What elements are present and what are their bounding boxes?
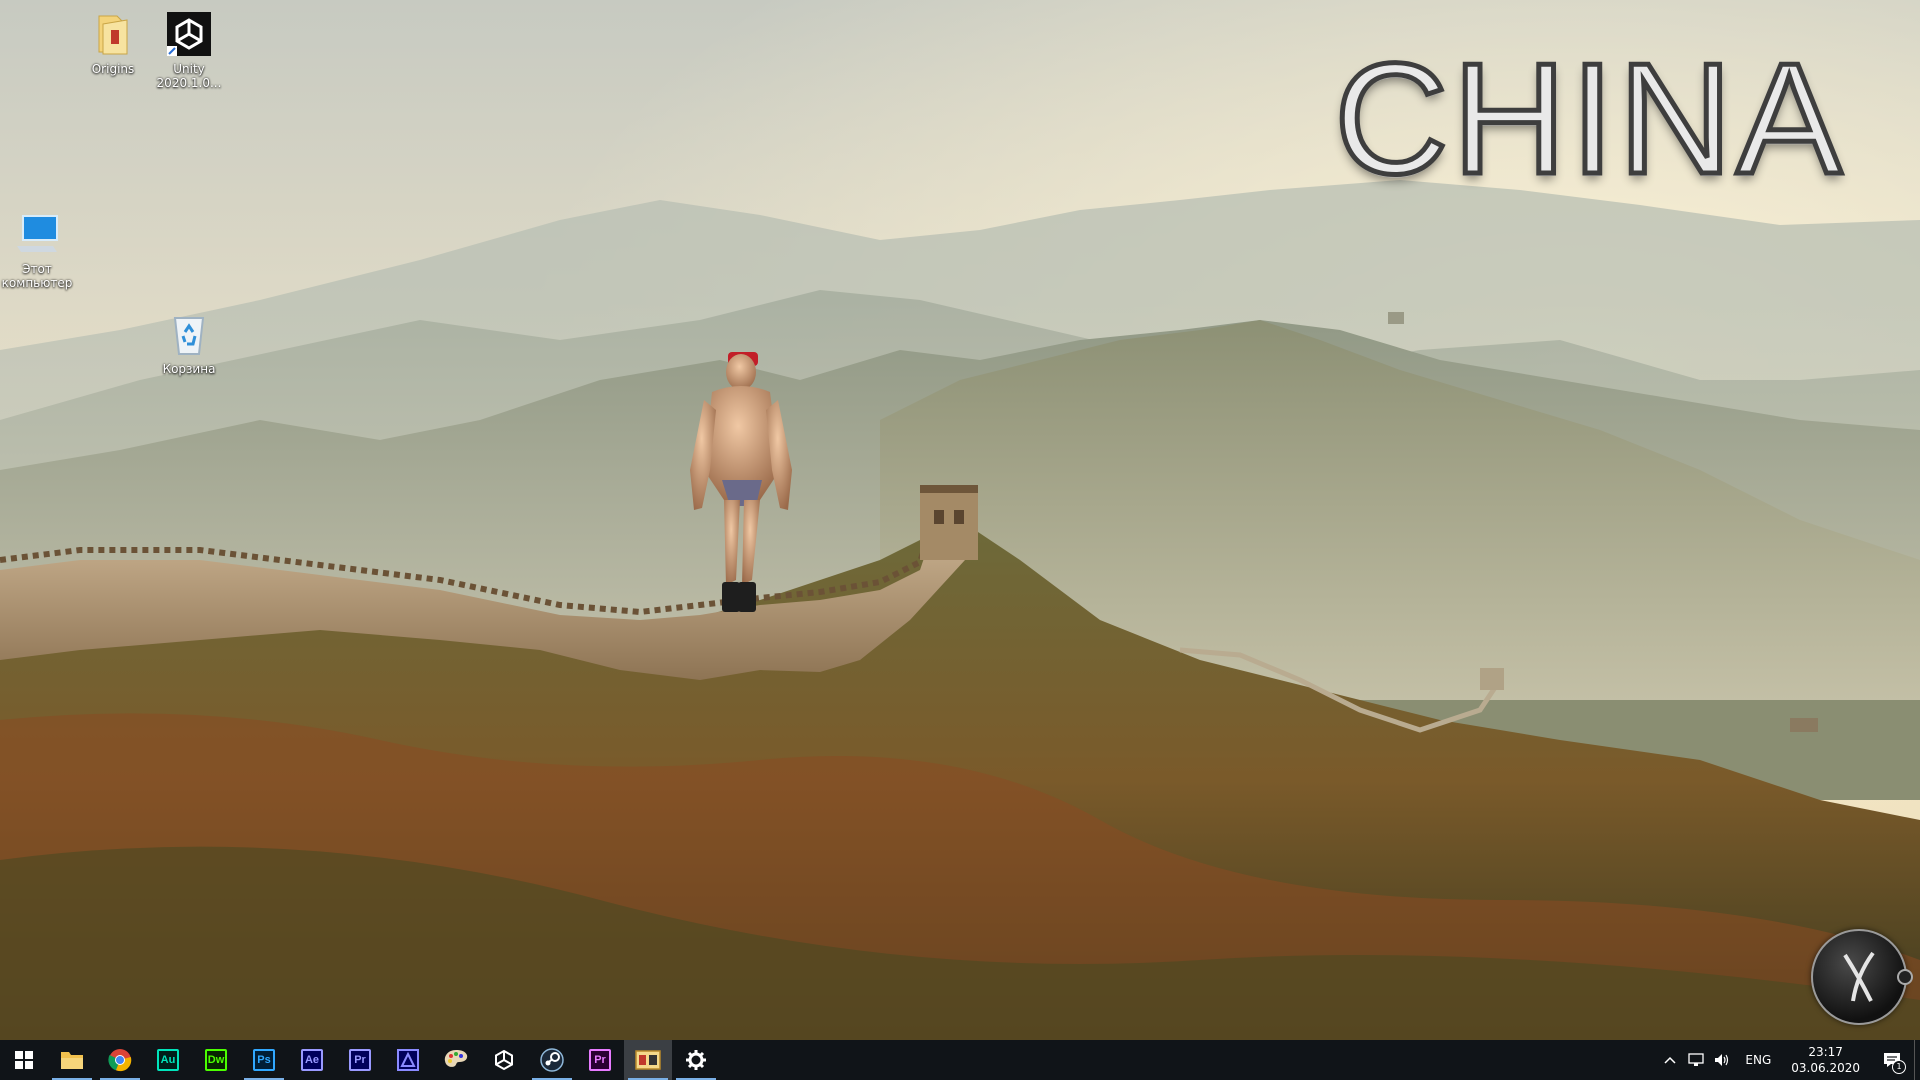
steam-icon [540, 1048, 564, 1072]
clock[interactable]: 23:17 03.06.2020 [1781, 1044, 1870, 1076]
dreamweaver-icon: Dw [205, 1049, 227, 1071]
premiere-icon: Pr [349, 1049, 371, 1071]
windows-icon [15, 1051, 33, 1069]
desktop-icon-label: Unity 2020.1.0... [156, 62, 222, 90]
taskbar-file-explorer[interactable] [48, 1040, 96, 1080]
widget-handle[interactable] [1897, 969, 1913, 985]
tray-overflow-chevron-icon[interactable] [1657, 1040, 1683, 1080]
desktop-icon-unity[interactable]: Unity 2020.1.0... [146, 10, 232, 90]
player-icon [635, 1050, 661, 1070]
taskbar-dreamweaver[interactable]: Dw [192, 1040, 240, 1080]
taskbar: Au Dw Ps Ae Pr Pr ENG 23:17 03.06.2020 1 [0, 1040, 1920, 1080]
clock-time: 23:17 [1808, 1045, 1843, 1059]
notification-count-badge: 1 [1892, 1060, 1906, 1074]
desktop-icon-this-pc[interactable]: Этот компьютер [0, 210, 80, 290]
taskbar-media-player[interactable] [624, 1040, 672, 1080]
photoshop-icon: Ps [253, 1049, 275, 1071]
folder-icon [61, 1052, 83, 1069]
desktop-icon-label: Этот компьютер [1, 262, 73, 290]
volume-icon[interactable] [1709, 1040, 1735, 1080]
taskbar-photoshop[interactable]: Ps [240, 1040, 288, 1080]
gear-icon [686, 1050, 706, 1070]
desktop-icon-origins[interactable]: Origins [70, 10, 156, 76]
start-button[interactable] [0, 1040, 48, 1080]
taskbar-audition[interactable]: Au [144, 1040, 192, 1080]
computer-icon [13, 210, 61, 258]
recycle-bin-icon [165, 310, 213, 358]
language-indicator[interactable]: ENG [1735, 1053, 1781, 1067]
taskbar-paint[interactable] [432, 1040, 480, 1080]
desktop-icon-label: Корзина [162, 362, 216, 376]
taskbar-after-effects[interactable]: Ae [288, 1040, 336, 1080]
taskbar-chrome[interactable] [96, 1040, 144, 1080]
taskbar-settings[interactable] [672, 1040, 720, 1080]
system-tray: ENG 23:17 03.06.2020 1 [1657, 1040, 1920, 1080]
media-encoder-icon [397, 1049, 419, 1071]
premiere-icon: Pr [589, 1049, 611, 1071]
taskbar-premiere[interactable]: Pr [336, 1040, 384, 1080]
taskbar-premiere-2[interactable]: Pr [576, 1040, 624, 1080]
x-logo-icon [1843, 951, 1875, 1002]
audition-icon: Au [157, 1049, 179, 1071]
floating-widget[interactable] [1811, 929, 1913, 1025]
show-desktop-button[interactable] [1914, 1040, 1920, 1080]
clock-date: 03.06.2020 [1791, 1061, 1860, 1075]
desktop-icon-label: Origins [91, 62, 135, 76]
unity-icon [495, 1049, 513, 1071]
palette-icon [444, 1050, 468, 1067]
taskbar-steam[interactable] [528, 1040, 576, 1080]
chrome-icon [108, 1049, 132, 1072]
after-effects-icon: Ae [301, 1049, 323, 1071]
taskbar-media-encoder[interactable] [384, 1040, 432, 1080]
desktop-icon-recycle-bin[interactable]: Корзина [146, 310, 232, 376]
unity-icon [165, 10, 213, 58]
wallpaper-title: CHINA [1332, 31, 1846, 207]
network-icon[interactable] [1683, 1040, 1709, 1080]
action-center-button[interactable]: 1 [1870, 1040, 1914, 1080]
folder-icon [89, 10, 137, 58]
taskbar-unity[interactable] [480, 1040, 528, 1080]
